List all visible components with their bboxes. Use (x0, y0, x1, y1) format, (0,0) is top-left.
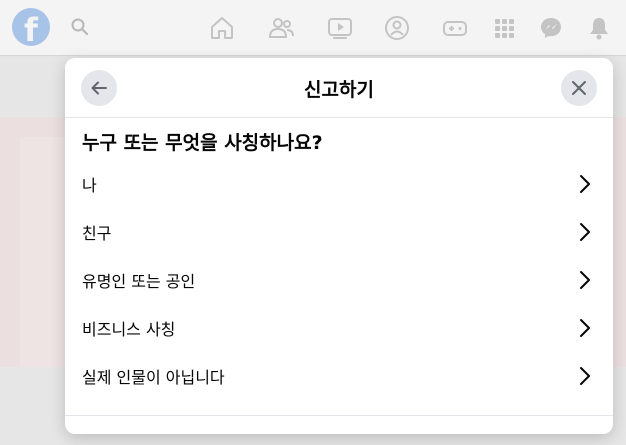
gaming-icon[interactable] (441, 14, 469, 42)
option-friend[interactable]: 친구 (65, 208, 613, 256)
messenger-icon[interactable] (537, 14, 565, 42)
top-navigation-bar: f (0, 0, 626, 56)
menu-grid-icon[interactable] (490, 14, 518, 42)
dialog-footer-divider (65, 415, 613, 416)
dialog-header: 신고하기 (65, 58, 613, 118)
notifications-bell-icon[interactable] (585, 14, 613, 42)
home-icon[interactable] (208, 14, 236, 42)
search-icon[interactable] (70, 17, 90, 37)
groups-icon[interactable] (383, 14, 411, 42)
option-label: 비즈니스 사칭 (82, 320, 176, 339)
dialog-question: 누구 또는 무엇을 사칭하나요? (82, 132, 323, 154)
close-button[interactable] (561, 70, 597, 106)
chevron-right-icon (580, 367, 590, 385)
option-list: 나 친구 유명인 또는 공인 비즈니스 사칭 실제 인물이 아닙니다 (65, 160, 613, 400)
chevron-right-icon (580, 223, 590, 241)
chevron-right-icon (580, 175, 590, 193)
option-label: 유명인 또는 공인 (82, 272, 196, 291)
chevron-right-icon (580, 319, 590, 337)
watch-icon[interactable] (326, 14, 354, 42)
option-label: 나 (82, 176, 97, 195)
dialog-title: 신고하기 (304, 79, 374, 101)
option-business-impersonation[interactable]: 비즈니스 사칭 (65, 304, 613, 352)
option-me[interactable]: 나 (65, 160, 613, 208)
chevron-right-icon (580, 271, 590, 289)
friends-icon[interactable] (267, 14, 295, 42)
option-celebrity-public-figure[interactable]: 유명인 또는 공인 (65, 256, 613, 304)
option-not-real-person[interactable]: 실제 인물이 아닙니다 (65, 352, 613, 400)
option-label: 실제 인물이 아닙니다 (82, 368, 225, 387)
option-label: 친구 (82, 224, 112, 243)
facebook-logo[interactable]: f (12, 8, 50, 46)
close-icon (572, 81, 586, 95)
report-dialog: 신고하기 누구 또는 무엇을 사칭하나요? 나 친구 유명인 또는 공인 비즈니… (65, 58, 613, 434)
